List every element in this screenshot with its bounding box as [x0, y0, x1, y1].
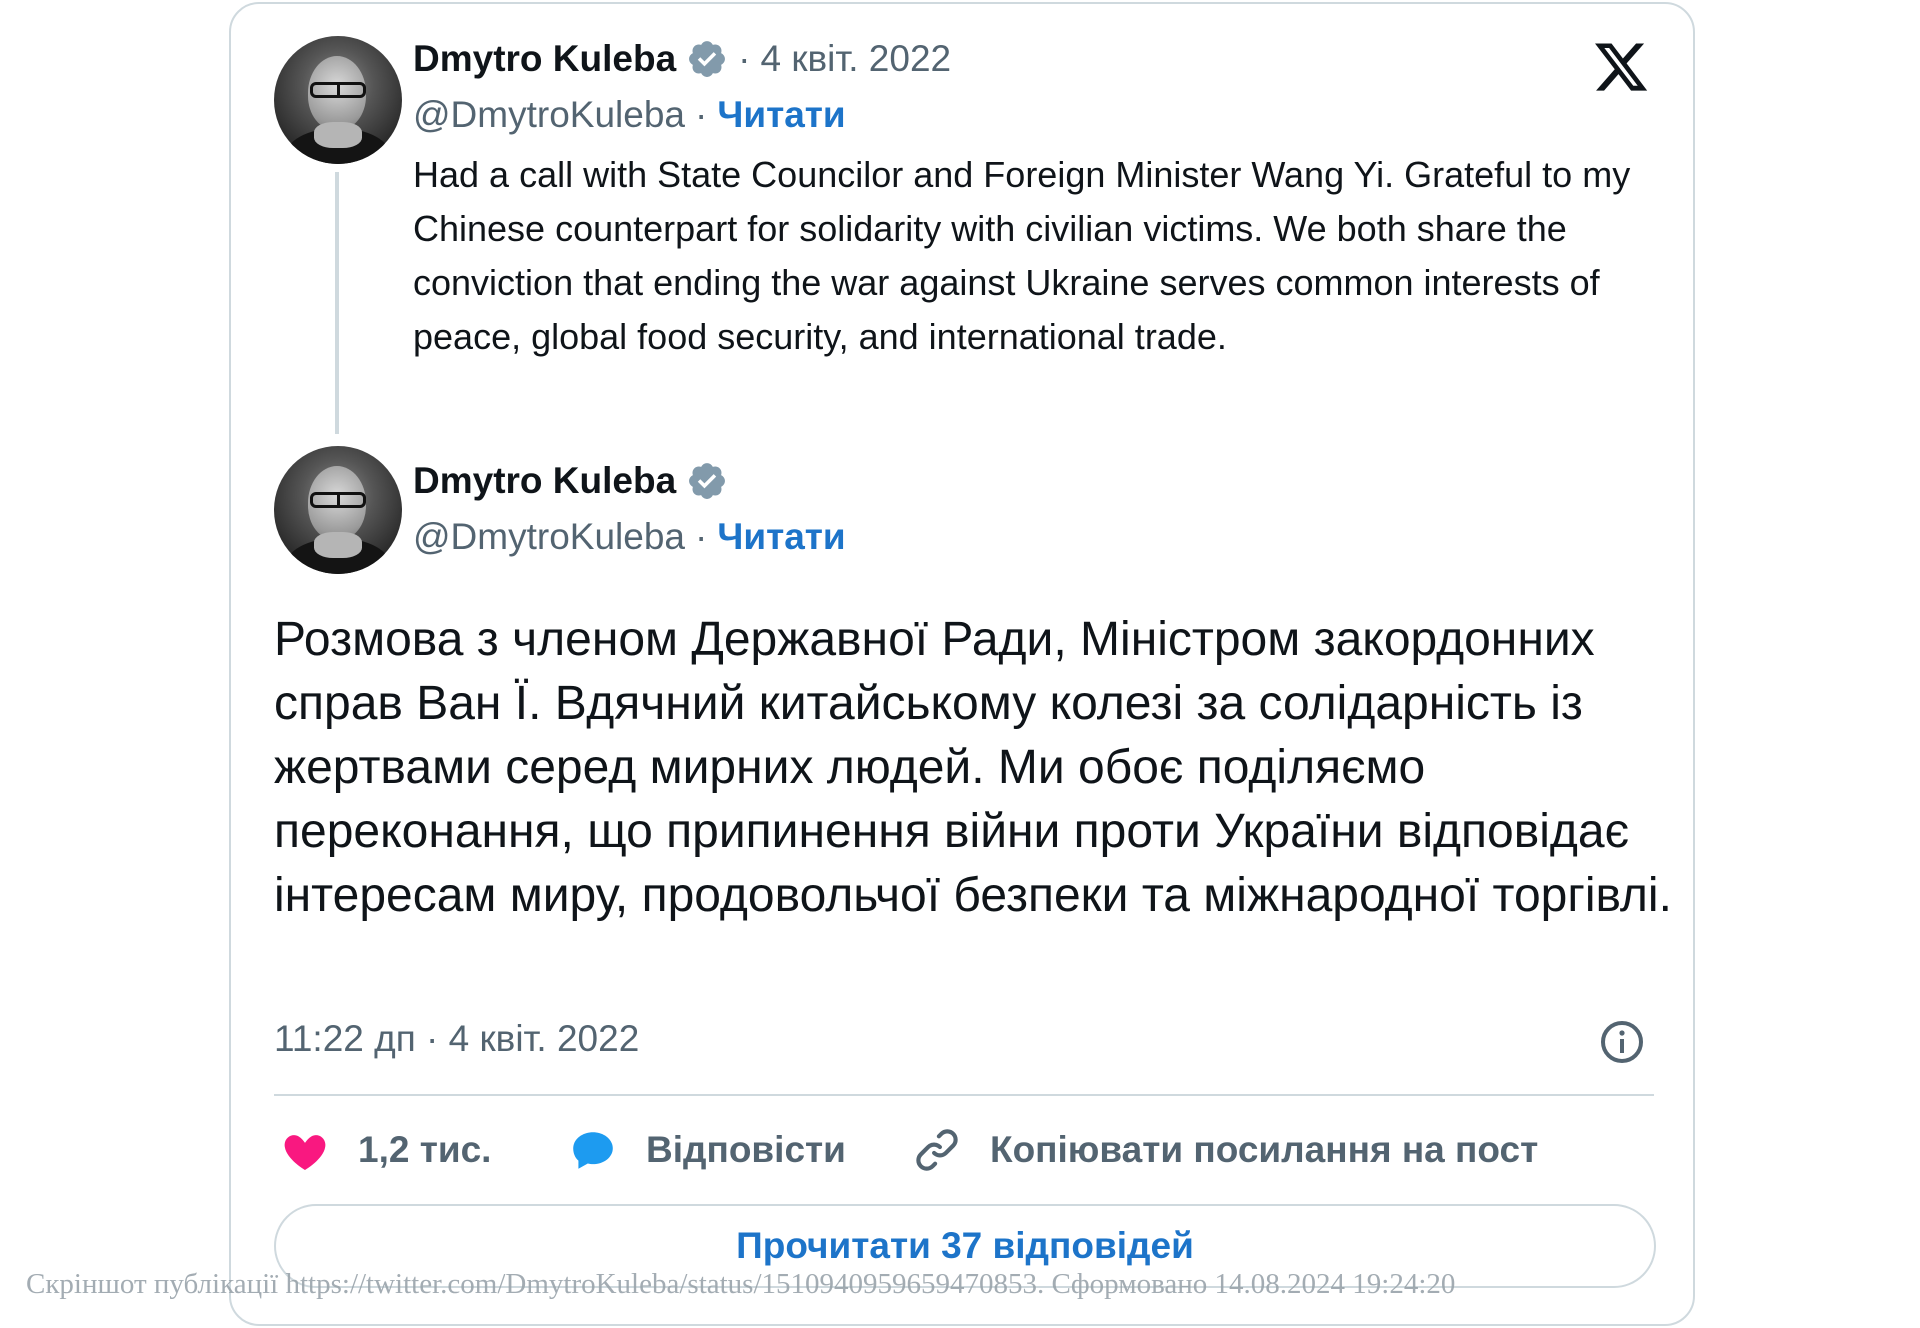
like-button[interactable]: 1,2 тис. — [280, 1124, 491, 1176]
main-author-handle[interactable]: @DmytroKuleba — [413, 516, 685, 558]
x-logo-icon[interactable] — [1590, 38, 1652, 96]
thread-connector-line — [335, 172, 339, 434]
quoted-handle-row: @DmytroKuleba · Читати — [413, 94, 846, 136]
action-divider — [274, 1094, 1654, 1096]
separator-dot: · — [738, 38, 751, 79]
avatar-hands — [314, 122, 362, 148]
quoted-tweet-text: Had a call with State Councilor and Fore… — [413, 154, 1631, 357]
main-author-row: Dmytro Kuleba — [413, 460, 728, 502]
quoted-author-row: Dmytro Kuleba · 4 квіт. 2022 — [413, 38, 951, 80]
copy-link-button[interactable]: Копіювати посилання на пост — [912, 1124, 1538, 1176]
avatar-glasses — [310, 82, 366, 98]
read-replies-label: Прочитати 37 відповідей — [736, 1225, 1194, 1266]
quoted-author-avatar[interactable] — [274, 36, 402, 164]
quoted-author-handle[interactable]: @DmytroKuleba — [413, 94, 685, 136]
main-author-avatar[interactable] — [274, 446, 402, 574]
avatar-hands — [314, 532, 362, 558]
main-follow-link[interactable]: Читати — [717, 516, 845, 558]
verified-badge-icon — [689, 41, 726, 77]
quoted-author-name[interactable]: Dmytro Kuleba — [413, 38, 676, 80]
heart-icon — [284, 1135, 326, 1170]
main-tweet-text: Розмова з членом Державної Ради, Міністр… — [274, 613, 1672, 922]
speech-bubble-icon — [573, 1132, 613, 1169]
info-icon[interactable] — [1598, 1018, 1646, 1066]
main-handle-row: @DmytroKuleba · Читати — [413, 516, 846, 558]
copy-link-label: Копіювати посилання на пост — [990, 1129, 1539, 1170]
separator-dot: · — [695, 94, 708, 135]
reply-label: Відповісти — [646, 1129, 846, 1170]
verified-badge-icon — [689, 463, 726, 499]
separator-dot: · — [695, 516, 708, 557]
main-author-name[interactable]: Dmytro Kuleba — [413, 460, 676, 502]
link-icon — [916, 1129, 958, 1171]
main-tweet-timestamp[interactable]: 11:22 дп · 4 квіт. 2022 — [274, 1018, 639, 1060]
reply-button[interactable]: Відповісти — [568, 1124, 846, 1176]
screenshot-watermark: Скріншот публікації https://twitter.com/… — [26, 1268, 1456, 1300]
avatar-glasses — [310, 492, 366, 508]
quoted-follow-link[interactable]: Читати — [717, 94, 845, 136]
likes-count: 1,2 тис. — [358, 1129, 492, 1170]
quoted-tweet-date[interactable]: 4 квіт. 2022 — [760, 38, 951, 80]
